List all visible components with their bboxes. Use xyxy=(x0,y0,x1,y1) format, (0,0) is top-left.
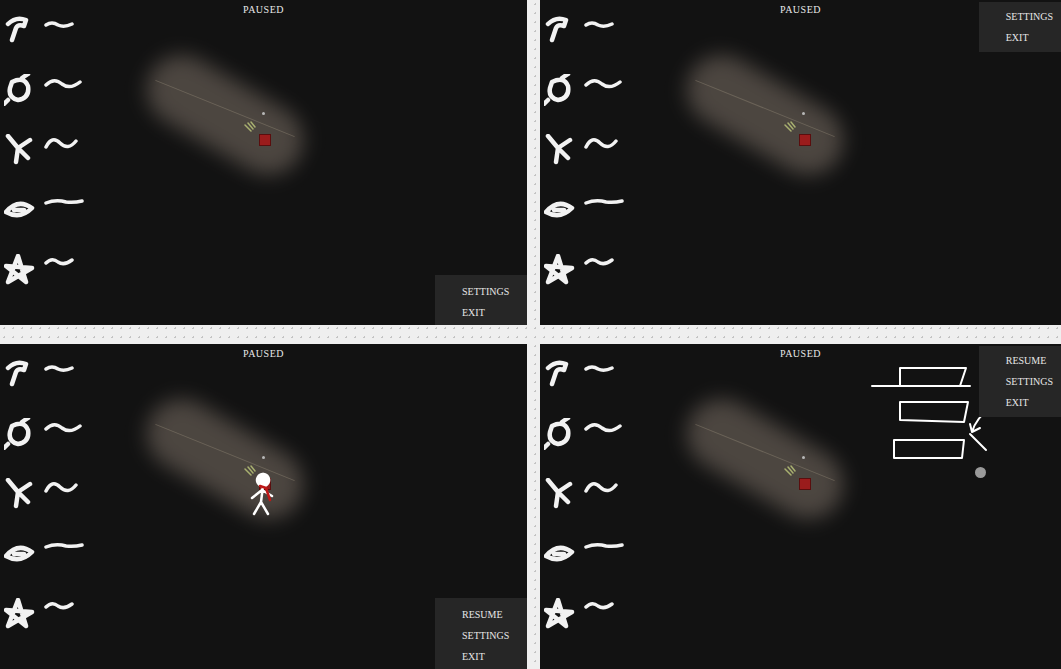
scene-floor xyxy=(674,42,856,188)
squiggle-icon xyxy=(584,417,624,437)
squiggle-icon xyxy=(584,133,624,153)
hotbar-slot[interactable] xyxy=(544,532,1061,576)
hotbar-slot[interactable] xyxy=(544,188,1061,232)
cursor-dot xyxy=(975,467,986,478)
hotbar-slot[interactable] xyxy=(4,188,527,232)
game-panel: PAUSED RESUMESETTINGSEXIT xyxy=(0,344,527,669)
paused-label: PAUSED xyxy=(780,2,821,17)
menu-sketch-icon xyxy=(866,354,996,469)
red-cube xyxy=(259,134,271,146)
squiggle-icon xyxy=(44,477,84,497)
menu-item[interactable]: SETTINGS xyxy=(462,625,519,646)
paused-label: PAUSED xyxy=(243,346,284,361)
sprout-icon xyxy=(783,121,799,135)
scene-point xyxy=(262,112,265,115)
menu-item[interactable]: EXIT xyxy=(462,646,519,667)
squiggle-icon xyxy=(44,597,84,617)
hammer-icon xyxy=(4,358,36,390)
hammer-icon xyxy=(4,14,36,46)
squiggle-icon xyxy=(44,193,84,213)
scene-floor xyxy=(134,386,316,532)
pause-menu: RESUMESETTINGSEXIT xyxy=(979,346,1061,417)
menu-item[interactable]: EXIT xyxy=(1006,27,1053,48)
lens-icon xyxy=(4,194,36,226)
game-panel: PAUSED SETTINGSEXIT xyxy=(0,0,527,325)
branch-icon xyxy=(4,134,36,166)
branch-icon xyxy=(544,478,576,510)
hotbar-slot[interactable] xyxy=(544,248,1061,292)
squiggle-icon xyxy=(44,13,84,33)
squiggle-icon xyxy=(584,193,624,213)
lens-icon xyxy=(544,194,576,226)
pause-menu: RESUMESETTINGSEXIT xyxy=(435,598,527,669)
squiggle-icon xyxy=(584,253,624,273)
paused-label: PAUSED xyxy=(780,346,821,361)
lens-icon xyxy=(544,538,576,570)
hotbar-slot[interactable] xyxy=(4,532,527,576)
game-panel: PAUSED SETTINGSEXIT xyxy=(540,0,1061,325)
squiggle-icon xyxy=(584,73,624,93)
squiggle-icon xyxy=(584,357,624,377)
red-cube xyxy=(799,134,811,146)
hotbar-slot[interactable] xyxy=(544,592,1061,636)
menu-item[interactable]: SETTINGS xyxy=(1006,6,1053,27)
paused-label: PAUSED xyxy=(243,2,284,17)
squiggle-icon xyxy=(44,133,84,153)
squiggle-icon xyxy=(44,537,84,557)
branch-icon xyxy=(4,478,36,510)
squiggle-icon xyxy=(584,13,624,33)
stick-figure-icon xyxy=(246,470,280,516)
star-icon xyxy=(4,598,36,630)
hammer-icon xyxy=(544,14,576,46)
blob-icon xyxy=(4,418,36,450)
menu-item[interactable]: EXIT xyxy=(462,302,519,323)
squiggle-icon xyxy=(584,537,624,557)
squiggle-icon xyxy=(44,253,84,273)
scene-point xyxy=(802,456,805,459)
lens-icon xyxy=(4,538,36,570)
squiggle-icon xyxy=(584,477,624,497)
menu-item[interactable]: SETTINGS xyxy=(1006,371,1053,392)
title-bar: PAUSED xyxy=(0,346,527,361)
squiggle-icon xyxy=(44,73,84,93)
branch-icon xyxy=(544,134,576,166)
blob-icon xyxy=(4,74,36,106)
star-icon xyxy=(544,598,576,630)
blob-icon xyxy=(544,418,576,450)
pause-menu: SETTINGSEXIT xyxy=(435,275,527,325)
star-icon xyxy=(544,254,576,286)
game-panel: PAUSED RESUMESETTINGSEXIT xyxy=(540,344,1061,669)
sprout-icon xyxy=(783,465,799,479)
star-icon xyxy=(4,254,36,286)
squiggle-icon xyxy=(584,597,624,617)
blob-icon xyxy=(544,74,576,106)
squiggle-icon xyxy=(44,357,84,377)
menu-item[interactable]: SETTINGS xyxy=(462,281,519,302)
scene-floor xyxy=(134,42,316,188)
scene-point xyxy=(262,456,265,459)
menu-item[interactable]: RESUME xyxy=(462,604,519,625)
menu-item[interactable]: RESUME xyxy=(1006,350,1053,371)
red-cube xyxy=(799,478,811,490)
scene-floor xyxy=(674,386,856,532)
sprout-icon xyxy=(243,121,259,135)
scene-point xyxy=(802,112,805,115)
menu-item[interactable]: EXIT xyxy=(1006,392,1053,413)
title-bar: PAUSED xyxy=(0,2,527,17)
squiggle-icon xyxy=(44,417,84,437)
pause-menu: SETTINGSEXIT xyxy=(979,2,1061,52)
hammer-icon xyxy=(544,358,576,390)
